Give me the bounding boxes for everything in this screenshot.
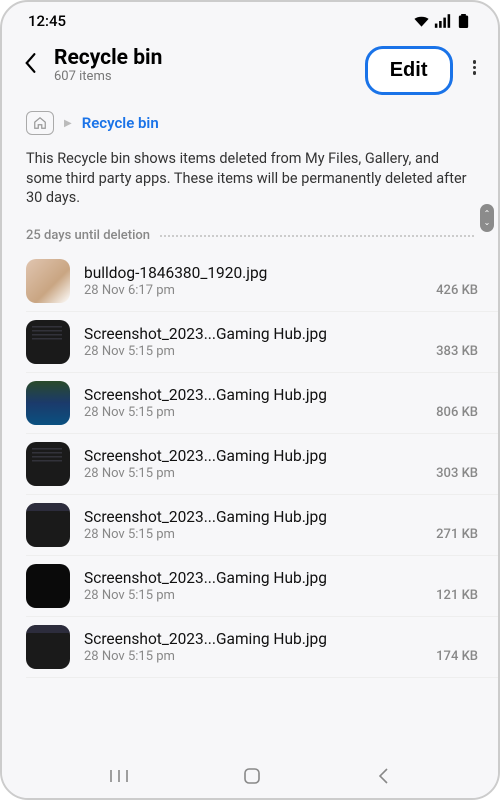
recents-icon: [109, 768, 129, 784]
file-info: Screenshot_2023...Gaming Hub.jpg 28 Nov …: [84, 630, 478, 664]
file-thumbnail: [26, 503, 70, 547]
file-info: Screenshot_2023...Gaming Hub.jpg 28 Nov …: [84, 569, 478, 603]
file-name: Screenshot_2023...Gaming Hub.jpg: [84, 325, 478, 343]
file-size: 174 KB: [436, 649, 478, 664]
file-name: bulldog-1846380_1920.jpg: [84, 264, 478, 282]
back-nav-icon: [375, 767, 391, 785]
file-name: Screenshot_2023...Gaming Hub.jpg: [84, 630, 478, 648]
file-size: 303 KB: [436, 466, 478, 481]
file-date: 28 Nov 5:15 pm: [84, 405, 175, 420]
file-info: Screenshot_2023...Gaming Hub.jpg 28 Nov …: [84, 508, 478, 542]
file-date: 28 Nov 5:15 pm: [84, 527, 175, 542]
file-item[interactable]: Screenshot_2023...Gaming Hub.jpg 28 Nov …: [26, 312, 498, 373]
file-name: Screenshot_2023...Gaming Hub.jpg: [84, 569, 478, 587]
battery-icon: [455, 14, 472, 28]
file-date: 28 Nov 5:15 pm: [84, 466, 175, 481]
file-info: Screenshot_2023...Gaming Hub.jpg 28 Nov …: [84, 325, 478, 359]
file-item[interactable]: Screenshot_2023...Gaming Hub.jpg 28 Nov …: [26, 434, 498, 495]
file-size: 383 KB: [436, 344, 478, 359]
chevron-left-icon: [22, 52, 38, 74]
home-icon: [33, 116, 47, 130]
item-count: 607 items: [54, 69, 353, 84]
wifi-icon: [413, 14, 430, 28]
file-item[interactable]: Screenshot_2023...Gaming Hub.jpg 28 Nov …: [26, 495, 498, 556]
header: Recycle bin 607 items Edit: [2, 36, 498, 101]
file-name: Screenshot_2023...Gaming Hub.jpg: [84, 508, 478, 526]
file-item[interactable]: Screenshot_2023...Gaming Hub.jpg 28 Nov …: [26, 373, 498, 434]
more-options-button[interactable]: [469, 46, 479, 75]
file-size: 121 KB: [436, 588, 478, 603]
file-thumbnail: [26, 259, 70, 303]
file-thumbnail: [26, 442, 70, 486]
signal-icon: [434, 14, 451, 28]
home-nav-icon: [243, 767, 261, 785]
file-info: Screenshot_2023...Gaming Hub.jpg 28 Nov …: [84, 447, 478, 481]
chevron-down-icon: ⌄: [484, 218, 491, 227]
info-text: This Recycle bin shows items deleted fro…: [2, 149, 498, 222]
section-divider: [160, 235, 474, 237]
file-list: bulldog-1846380_1920.jpg 28 Nov 6:17 pm …: [2, 251, 498, 678]
status-bar: 12:45: [2, 2, 498, 36]
file-item[interactable]: Screenshot_2023...Gaming Hub.jpg 28 Nov …: [26, 617, 498, 678]
file-item[interactable]: Screenshot_2023...Gaming Hub.jpg 28 Nov …: [26, 556, 498, 617]
file-thumbnail: [26, 625, 70, 669]
file-date: 28 Nov 6:17 pm: [84, 283, 175, 298]
file-item[interactable]: bulldog-1846380_1920.jpg 28 Nov 6:17 pm …: [26, 251, 498, 312]
back-button[interactable]: [22, 52, 42, 80]
file-date: 28 Nov 5:15 pm: [84, 649, 175, 664]
status-icons: [413, 14, 472, 28]
file-info: Screenshot_2023...Gaming Hub.jpg 28 Nov …: [84, 386, 478, 420]
chevron-up-icon: ⌃: [484, 209, 491, 218]
file-date: 28 Nov 5:15 pm: [84, 344, 175, 359]
home-button[interactable]: [243, 767, 261, 789]
edit-button[interactable]: Edit: [365, 46, 453, 95]
file-name: Screenshot_2023...Gaming Hub.jpg: [84, 386, 478, 404]
file-thumbnail: [26, 381, 70, 425]
breadcrumb: ▶ Recycle bin: [2, 101, 498, 149]
section-header: 25 days until deletion: [2, 222, 498, 251]
breadcrumb-separator-icon: ▶: [64, 118, 72, 129]
back-nav-button[interactable]: [375, 767, 391, 789]
navigation-bar: [2, 758, 498, 798]
file-thumbnail: [26, 320, 70, 364]
file-thumbnail: [26, 564, 70, 608]
title-block: Recycle bin 607 items: [54, 46, 353, 84]
file-size: 426 KB: [436, 283, 478, 298]
file-size: 271 KB: [436, 527, 478, 542]
scroll-indicator[interactable]: ⌃ ⌄: [480, 204, 494, 232]
file-size: 806 KB: [436, 405, 478, 420]
file-info: bulldog-1846380_1920.jpg 28 Nov 6:17 pm …: [84, 264, 478, 298]
recents-button[interactable]: [109, 768, 129, 788]
breadcrumb-current[interactable]: Recycle bin: [82, 114, 159, 132]
breadcrumb-home[interactable]: [26, 111, 54, 135]
section-label: 25 days until deletion: [26, 228, 150, 243]
page-title: Recycle bin: [54, 46, 353, 70]
file-date: 28 Nov 5:15 pm: [84, 588, 175, 603]
status-time: 12:45: [28, 12, 66, 30]
file-name: Screenshot_2023...Gaming Hub.jpg: [84, 447, 478, 465]
